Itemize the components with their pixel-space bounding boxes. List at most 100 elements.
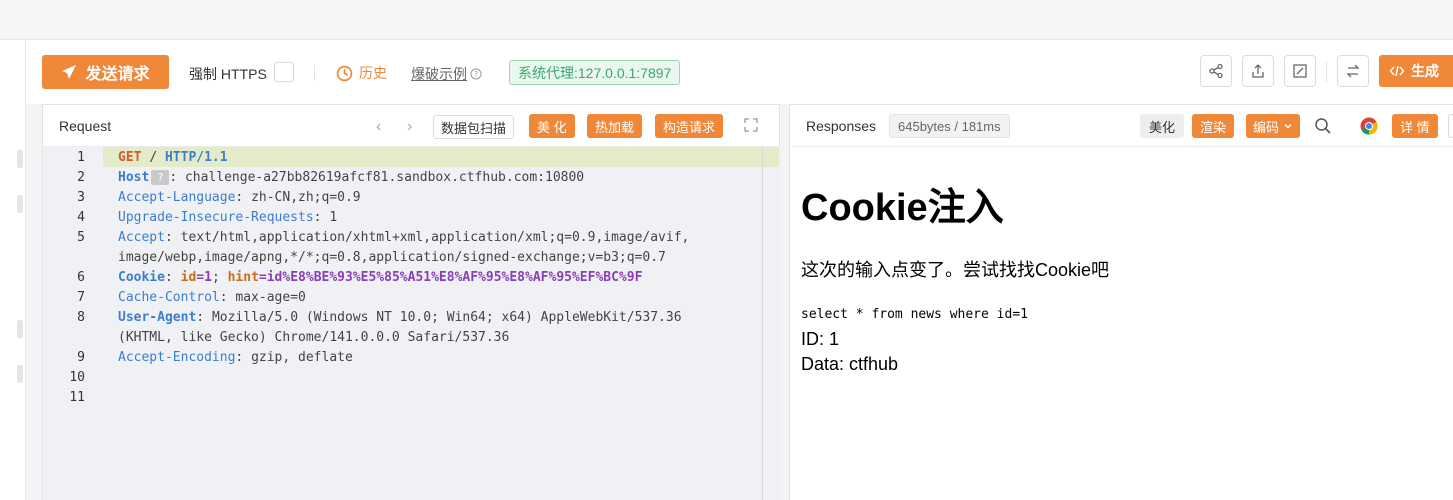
- swap-button[interactable]: [1337, 55, 1369, 87]
- send-request-button[interactable]: 发送请求: [42, 55, 169, 89]
- response-title: Responses: [806, 118, 877, 134]
- line-number: 11: [69, 390, 85, 405]
- encode-label: 编码: [1253, 119, 1280, 135]
- chevron-left-icon[interactable]: ‹: [376, 118, 381, 136]
- header-key: User-Agent: [118, 310, 197, 325]
- more-button[interactable]: [1448, 114, 1453, 138]
- header-key: Cookie: [118, 270, 165, 285]
- http-method: GET: [118, 150, 142, 165]
- code-line: Accept-Language: zh-CN,zh;q=0.9: [118, 190, 361, 205]
- search-icon[interactable]: [1314, 117, 1332, 135]
- line-number: 6: [77, 270, 85, 285]
- construct-request-button[interactable]: 构造请求: [655, 114, 724, 138]
- force-https-label: 强制 HTTPS: [189, 66, 267, 82]
- request-editor[interactable]: 1 2 3 4 5 6 7 8 9 10 11 GET / HTTP/1.1 H…: [43, 147, 781, 500]
- response-paragraph: 这次的输入点变了。尝试找找Cookie吧: [801, 260, 1110, 280]
- help-badge: ?: [151, 170, 170, 185]
- request-header: Request ‹ › 数据包扫描 美 化 热加载 构造请求: [43, 105, 779, 147]
- history-button[interactable]: 历史: [336, 63, 387, 83]
- svg-text:?: ?: [474, 70, 478, 79]
- swap-icon: [1346, 64, 1360, 78]
- edit-icon: [1293, 64, 1307, 78]
- force-https-checkbox[interactable]: [274, 62, 294, 82]
- code-line-wrap: (KHTML, like Gecko) Chrome/141.0.0.0 Saf…: [118, 330, 510, 345]
- editor-margin-line: [762, 147, 763, 500]
- header-value: Mozilla/5.0 (Windows NT 10.0; Win64; x64…: [211, 310, 682, 325]
- request-panel: Request ‹ › 数据包扫描 美 化 热加载 构造请求 1 2 3 4 5…: [42, 104, 781, 500]
- upload-icon: [1252, 64, 1264, 78]
- paper-plane-icon: [62, 65, 77, 79]
- header-key: Accept-Language: [118, 190, 236, 205]
- line-gutter: 1 2 3 4 5 6 7 8 9 10 11: [43, 147, 103, 500]
- rail-marker: [17, 320, 23, 338]
- header-key: Accept-Encoding: [118, 350, 236, 365]
- clock-icon: [336, 65, 353, 81]
- chevron-right-icon[interactable]: ›: [407, 118, 412, 136]
- rail-marker: [17, 150, 23, 168]
- line-number: 4: [77, 210, 85, 225]
- line-number: 2: [77, 170, 85, 185]
- header-value: challenge-a27bb82619afcf81.sandbox.ctfhu…: [184, 170, 585, 185]
- share-icon: [1209, 63, 1223, 79]
- line-number: 7: [77, 290, 85, 305]
- rail-marker: [17, 195, 23, 213]
- rail-marker: [17, 365, 23, 383]
- header-key: Upgrade-Insecure-Requests: [118, 210, 314, 225]
- header-key: Cache-Control: [118, 290, 220, 305]
- details-button[interactable]: 详 情: [1392, 114, 1438, 138]
- edit-button[interactable]: [1284, 55, 1316, 87]
- cookie-key: id: [180, 270, 197, 285]
- line-number: 8: [77, 310, 85, 325]
- share-button[interactable]: [1200, 55, 1232, 87]
- header-key: Accept: [118, 230, 165, 245]
- code-line: GET / HTTP/1.1: [118, 150, 228, 165]
- divider: [1326, 62, 1327, 82]
- line-number: 1: [77, 150, 85, 165]
- response-header: Responses 645bytes / 181ms 美化 渲染 编码 详 情: [790, 105, 1453, 147]
- data-line: Data: ctfhub: [801, 354, 899, 374]
- line-number: 9: [77, 350, 85, 365]
- sql-query-text: select * from news where id=1: [801, 307, 1028, 322]
- cookie-key: hint: [227, 270, 259, 285]
- header-value: gzip, deflate: [251, 350, 353, 365]
- code-line: Cache-Control: max-age=0: [118, 290, 306, 305]
- request-title: Request: [59, 118, 112, 134]
- hot-reload-button[interactable]: 热加载: [587, 114, 643, 138]
- generate-label: 生成: [1411, 63, 1439, 79]
- packet-scan-button[interactable]: 数据包扫描: [433, 115, 515, 139]
- top-strip: [0, 0, 1453, 40]
- header-value: zh-CN,zh;q=0.9: [251, 190, 361, 205]
- http-version: HTTP/1.1: [164, 150, 228, 165]
- code-line: User-Agent: Mozilla/5.0 (Windows NT 10.0…: [118, 310, 682, 325]
- code-line: Upgrade-Insecure-Requests: 1: [118, 210, 338, 225]
- line-number: 5: [77, 230, 85, 245]
- toolbar: 发送请求 强制 HTTPS 历史 爆破示例 ? 系统代理:127.0.0.1:7…: [26, 40, 1453, 104]
- header-value: 1: [329, 210, 338, 225]
- beautify-button[interactable]: 美 化: [529, 114, 575, 138]
- render-button[interactable]: 渲染: [1192, 114, 1235, 138]
- help-circle-icon: ?: [470, 68, 482, 80]
- chrome-icon[interactable]: [1360, 117, 1378, 135]
- response-panel: Responses 645bytes / 181ms 美化 渲染 编码 详 情 …: [789, 104, 1453, 500]
- header-value: text/html,application/xhtml+xml,applicat…: [180, 230, 690, 245]
- system-proxy-badge[interactable]: 系统代理:127.0.0.1:7897: [509, 60, 681, 85]
- id-line: ID: 1: [801, 329, 840, 349]
- cookie-value: =id%E8%BE%93%E5%85%A51%E8%AF%95%E8%AF%95…: [258, 270, 643, 285]
- response-beautify-button[interactable]: 美化: [1140, 114, 1185, 138]
- divider: [314, 65, 315, 81]
- blast-example-link[interactable]: 爆破示例 ?: [411, 64, 482, 84]
- code-line: Accept: text/html,application/xhtml+xml,…: [118, 230, 690, 245]
- encode-dropdown[interactable]: 编码: [1246, 114, 1301, 138]
- line-number: 10: [69, 370, 85, 385]
- upload-button[interactable]: [1242, 55, 1274, 87]
- expand-icon[interactable]: [744, 118, 758, 132]
- code-icon: [1389, 65, 1405, 77]
- generate-button[interactable]: 生成: [1379, 55, 1453, 87]
- left-rail: [0, 40, 26, 500]
- line-number: 3: [77, 190, 85, 205]
- code-line: Accept-Encoding: gzip, deflate: [118, 350, 353, 365]
- blast-example-label: 爆破示例: [411, 66, 467, 82]
- chevron-down-icon: [1284, 123, 1292, 129]
- history-label: 历史: [359, 65, 387, 81]
- main-area: 发送请求 强制 HTTPS 历史 爆破示例 ? 系统代理:127.0.0.1:7…: [26, 40, 1453, 500]
